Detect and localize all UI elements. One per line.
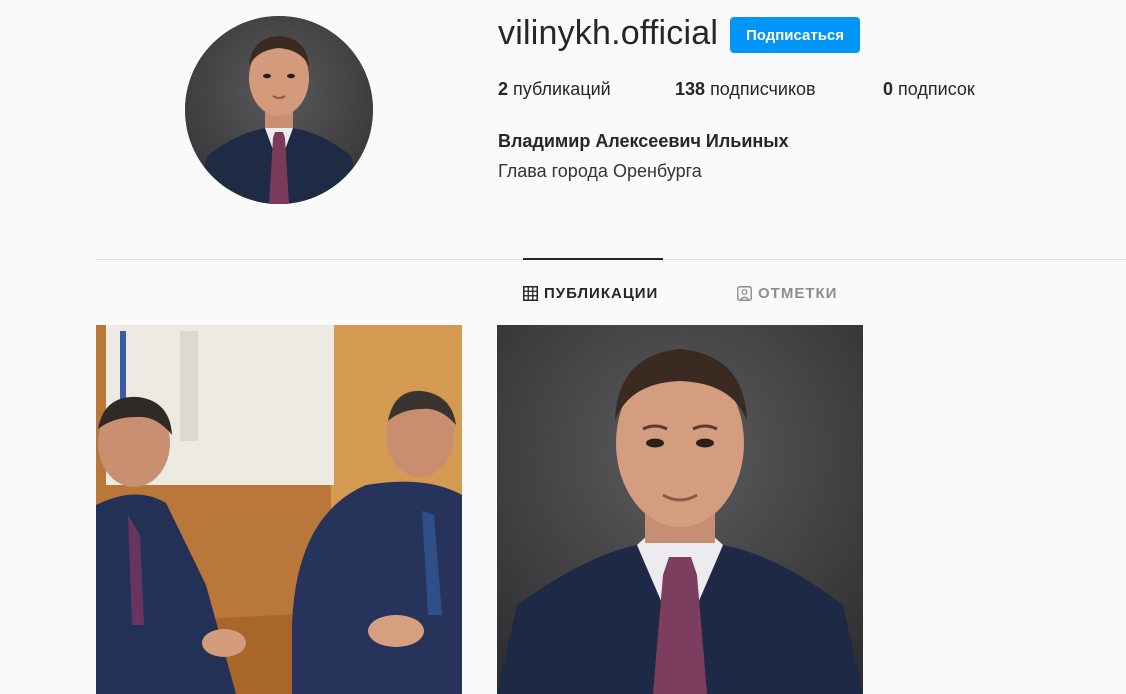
post-thumbnail[interactable] <box>497 325 863 694</box>
tagged-user-icon <box>737 285 752 301</box>
following-count: 0 <box>883 79 894 99</box>
tab-posts[interactable]: ПУБЛИКАЦИИ <box>523 283 658 303</box>
profile-full-name: Владимир Алексеевич Ильиных <box>498 131 789 151</box>
tab-posts-label: ПУБЛИКАЦИИ <box>544 284 659 302</box>
stat-posts: 2 публикаций <box>498 79 611 100</box>
tab-tagged-label: ОТМЕТКИ <box>758 284 838 302</box>
profile-avatar[interactable] <box>185 16 373 204</box>
posts-label: публикаций <box>513 79 611 99</box>
followers-label: подписчиков <box>710 79 816 99</box>
profile-page: vilinykh.official Подписаться 2 публикац… <box>0 0 1126 694</box>
profile-bio: Глава города Оренбурга <box>498 161 702 181</box>
tab-tagged[interactable]: ОТМЕТКИ <box>737 283 837 303</box>
active-tab-indicator <box>523 258 663 260</box>
profile-username: vilinykh.official <box>498 14 719 52</box>
following-label: подписок <box>898 79 975 99</box>
follow-button[interactable]: Подписаться <box>730 17 860 53</box>
posts-count: 2 <box>498 79 509 99</box>
followers-count: 138 <box>675 79 706 99</box>
post-thumbnail[interactable] <box>96 325 462 694</box>
grid-icon <box>523 285 538 301</box>
stat-followers[interactable]: 138 подписчиков <box>675 79 816 100</box>
stat-following[interactable]: 0 подписок <box>883 79 975 100</box>
